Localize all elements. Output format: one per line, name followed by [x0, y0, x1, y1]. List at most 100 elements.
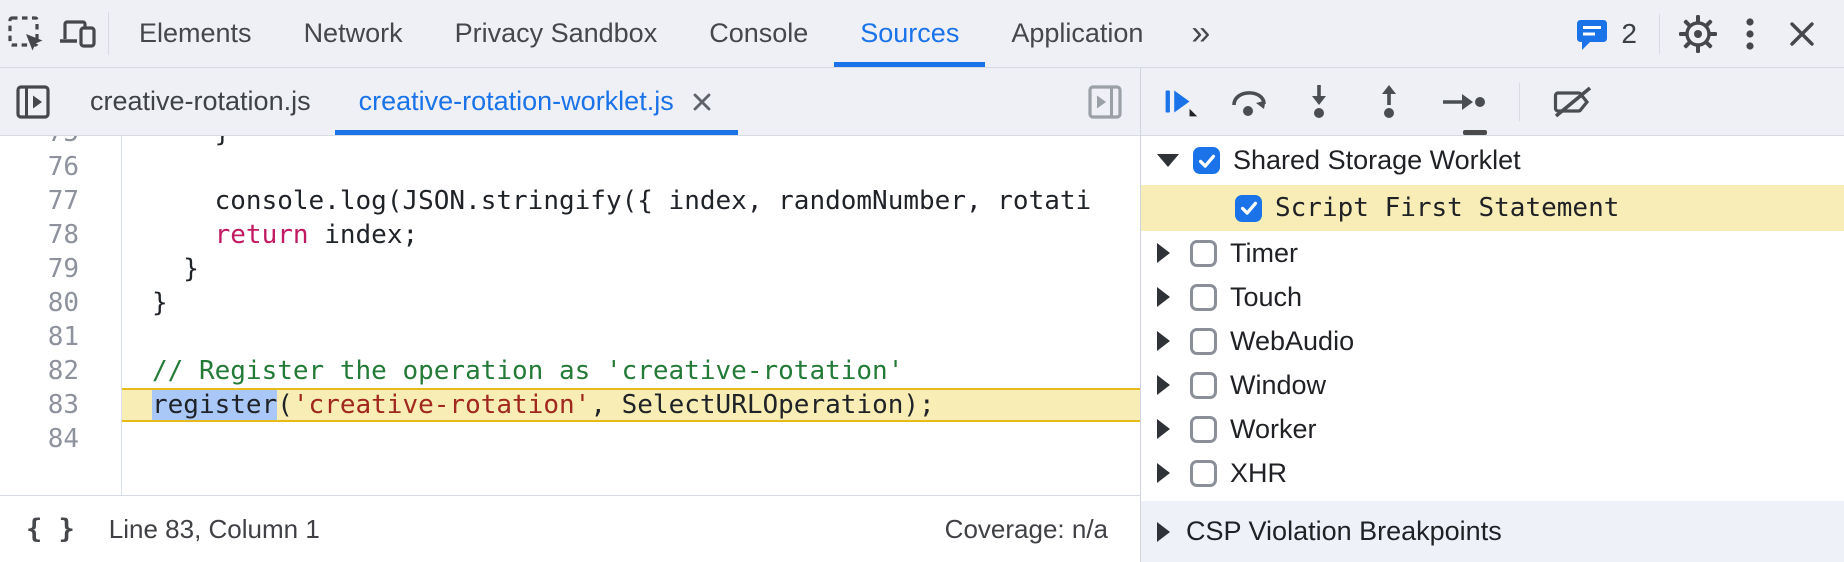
debugger-sidebar: Shared Storage Worklet Script First State…	[1140, 68, 1844, 562]
csp-violation-breakpoints-section[interactable]: CSP Violation Breakpoints	[1141, 501, 1844, 562]
code-text[interactable]: return index;	[121, 218, 1140, 252]
device-toolbar-icon[interactable]	[52, 0, 104, 67]
checkbox-unchecked[interactable]	[1190, 460, 1217, 487]
chevron-right-icon[interactable]	[1157, 375, 1170, 395]
file-tab-creative-rotation-worklet-js[interactable]: creative-rotation-worklet.js	[335, 68, 738, 135]
more-tabs-button[interactable]: »	[1169, 0, 1232, 67]
file-tab-bar: creative-rotation.js creative-rotation-wo…	[0, 68, 1140, 136]
inspect-icon[interactable]	[0, 0, 52, 67]
token-comment: // Register the operation as 'creative-r…	[152, 356, 903, 386]
devtools-window: ElementsNetworkPrivacy SandboxConsoleSou…	[0, 0, 1844, 562]
format-code-icon[interactable]: { }	[26, 514, 75, 545]
code-text[interactable]: }	[121, 286, 1140, 320]
close-icon[interactable]	[1776, 17, 1828, 51]
code-line-81: 81	[0, 320, 1140, 354]
breakpoint-row-window[interactable]: Window	[1141, 363, 1844, 407]
issues-button[interactable]: 2	[1563, 15, 1647, 53]
clipped-scrolled-text	[1463, 130, 1487, 135]
breakpoint-label: Window	[1230, 370, 1326, 401]
show-debugger-sidebar-icon[interactable]	[1070, 68, 1140, 135]
issues-count: 2	[1621, 18, 1637, 50]
gutter-divider	[121, 136, 122, 495]
file-tab-label: creative-rotation.js	[90, 86, 311, 117]
breakpoint-row-worker[interactable]: Worker	[1141, 407, 1844, 451]
tab-elements[interactable]: Elements	[113, 0, 278, 67]
step-out-icon[interactable]	[1367, 78, 1411, 126]
tab-application[interactable]: Application	[985, 0, 1169, 67]
line-number[interactable]: 77	[0, 184, 121, 218]
code-text[interactable]: console.log(JSON.stringify({ index, rand…	[121, 184, 1140, 218]
debugger-toolbar-separator	[1519, 83, 1520, 121]
code-line-84: 84	[0, 422, 1140, 456]
token-plain: }	[152, 254, 199, 284]
code-text[interactable]	[121, 320, 1140, 354]
breakpoint-label: Worker	[1230, 414, 1317, 445]
line-number[interactable]: 84	[0, 422, 121, 456]
breakpoint-label: Script First Statement	[1275, 193, 1619, 223]
breakpoint-row-touch[interactable]: Touch	[1141, 275, 1844, 319]
checkbox-unchecked[interactable]	[1190, 416, 1217, 443]
line-number[interactable]: 75	[0, 136, 121, 150]
event-listener-breakpoints-list: Shared Storage Worklet Script First State…	[1141, 136, 1844, 495]
gear-icon[interactable]	[1672, 13, 1724, 55]
breakpoint-row-xhr[interactable]: XHR	[1141, 451, 1844, 495]
file-tab-creative-rotation-js[interactable]: creative-rotation.js	[66, 68, 335, 135]
line-number[interactable]: 80	[0, 286, 121, 320]
code-text[interactable]	[121, 422, 1140, 456]
step-into-icon[interactable]	[1297, 78, 1341, 126]
step-icon[interactable]	[1437, 78, 1491, 126]
checkbox-unchecked[interactable]	[1190, 328, 1217, 355]
code-line-79: 79 }	[0, 252, 1140, 286]
breakpoint-label: WebAudio	[1230, 326, 1354, 357]
line-number[interactable]: 82	[0, 354, 121, 388]
breakpoint-row-webaudio[interactable]: WebAudio	[1141, 319, 1844, 363]
breakpoint-row-timer[interactable]: Timer	[1141, 231, 1844, 275]
chevron-right-icon[interactable]	[1157, 287, 1170, 307]
toolbar-right-group: 2	[1563, 0, 1844, 67]
checkbox-unchecked[interactable]	[1190, 240, 1217, 267]
chevron-right-icon[interactable]	[1157, 463, 1170, 483]
kebab-menu-icon[interactable]	[1724, 14, 1776, 54]
line-number[interactable]: 78	[0, 218, 121, 252]
checkbox-checked[interactable]	[1193, 147, 1220, 174]
token-keyword: return	[215, 220, 309, 250]
file-tab-label: creative-rotation-worklet.js	[359, 86, 674, 117]
tab-privacy-sandbox[interactable]: Privacy Sandbox	[429, 0, 684, 67]
debugger-toolbar	[1141, 68, 1844, 136]
step-over-icon[interactable]	[1227, 78, 1271, 126]
line-number[interactable]: 79	[0, 252, 121, 286]
deactivate-breakpoints-icon[interactable]	[1548, 78, 1598, 126]
checkbox-checked[interactable]	[1235, 195, 1262, 222]
resume-icon[interactable]	[1157, 78, 1201, 126]
chevron-right-icon[interactable]	[1157, 419, 1170, 439]
file-tabs: creative-rotation.js creative-rotation-wo…	[66, 68, 738, 135]
line-number[interactable]: 81	[0, 320, 121, 354]
chevron-down-icon[interactable]	[1157, 154, 1179, 167]
chevron-right-icon[interactable]	[1157, 331, 1170, 351]
checkbox-unchecked[interactable]	[1190, 372, 1217, 399]
chevron-right-icon[interactable]	[1157, 243, 1170, 263]
tab-sources[interactable]: Sources	[834, 0, 985, 67]
code-editor[interactable]: 75 } 7677 console.log(JSON.stringify({ in…	[0, 136, 1140, 495]
close-tab-icon[interactable]	[690, 90, 714, 114]
code-text[interactable]: }	[121, 136, 1140, 150]
token-plain: }	[152, 136, 230, 148]
tab-console[interactable]: Console	[683, 0, 834, 67]
breakpoint-row-script-first-statement[interactable]: Script First Statement	[1141, 185, 1844, 231]
editor-status-bar: { } Line 83, Column 1 Coverage: n/a	[0, 495, 1140, 562]
code-text[interactable]: }	[121, 252, 1140, 286]
code-line-82: 82 // Register the operation as 'creative…	[0, 354, 1140, 388]
tab-network[interactable]: Network	[278, 0, 429, 67]
token-plain: console.log(JSON.stringify({ index, rand…	[152, 186, 1091, 216]
code-text[interactable]	[121, 150, 1140, 184]
code-text[interactable]: register('creative-rotation', SelectURLO…	[121, 388, 1140, 422]
token-string: 'creative-rotation'	[293, 390, 590, 420]
line-number[interactable]: 76	[0, 150, 121, 184]
show-navigator-icon[interactable]	[0, 68, 66, 135]
breakpoint-row-shared-storage-worklet[interactable]: Shared Storage Worklet	[1141, 136, 1844, 185]
breakpoint-label: XHR	[1230, 458, 1287, 489]
panel-tabs: ElementsNetworkPrivacy SandboxConsoleSou…	[113, 0, 1169, 67]
checkbox-unchecked[interactable]	[1190, 284, 1217, 311]
code-text[interactable]: // Register the operation as 'creative-r…	[121, 354, 1140, 388]
line-number[interactable]: 83	[0, 388, 121, 422]
